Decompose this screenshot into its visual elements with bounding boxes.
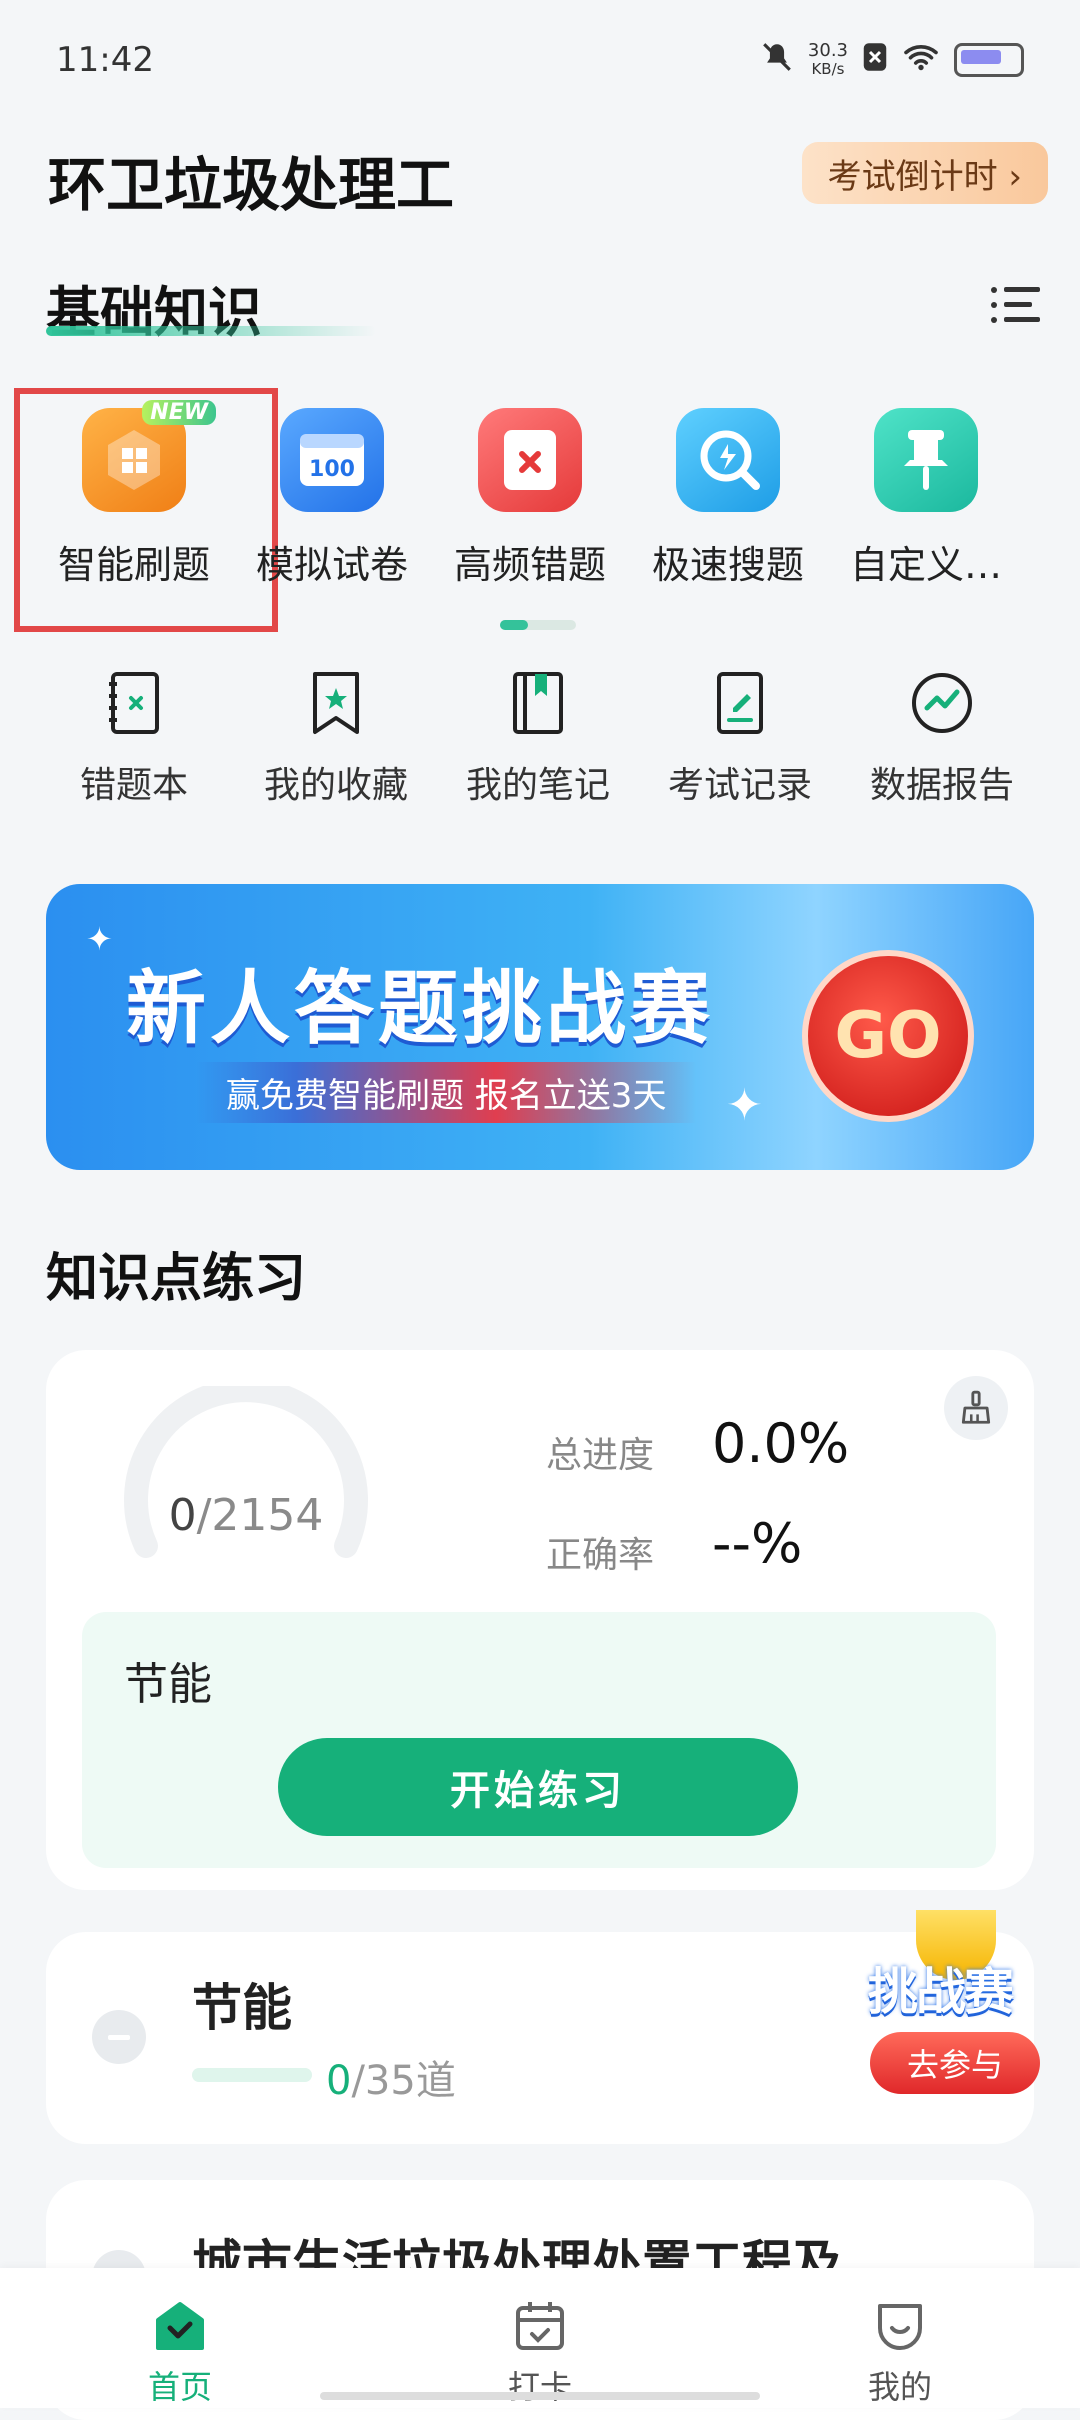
exam-record-icon [717, 672, 763, 734]
feature-label: 高频错题 [453, 543, 606, 587]
nav-profile[interactable]: 我的 [800, 2296, 1000, 2408]
sparkle-icon: ✦ [726, 1080, 763, 1131]
battery-icon [954, 42, 1024, 77]
chapter-count: 0/35道 [326, 2048, 456, 2106]
net-speed-unit: KB/s [811, 59, 845, 78]
go-button[interactable]: GO [802, 950, 974, 1122]
mock-exam-icon: 100 [280, 408, 384, 512]
chapter-done: 0 [326, 2058, 352, 2104]
progress-total: /2154 [196, 1490, 324, 1541]
accuracy-value: --% [712, 1512, 803, 1575]
custom-pin-icon [874, 408, 978, 512]
section-underline [46, 326, 376, 336]
progress-count: 0/2154 [136, 1490, 356, 1541]
progress-value: 0.0% [712, 1412, 850, 1475]
nav-home[interactable]: 首页 [80, 2296, 280, 2408]
sparkle-icon: ✦ [86, 920, 113, 958]
nav-label: 首页 [147, 2368, 212, 2406]
banner-title: 新人答题挑战赛 [126, 962, 714, 1055]
quick-search-icon [676, 408, 780, 512]
status-time: 11:42 [56, 40, 154, 80]
tool-label: 我的收藏 [263, 765, 408, 806]
feature-custom[interactable]: 自定义… [828, 408, 1024, 589]
feature-mock-exam[interactable]: 100 模拟试卷 [234, 408, 430, 589]
practice-card: 0/2154 总进度 0.0% 正确率 --% 节能 开始练习 [46, 1350, 1034, 1890]
tool-label: 我的笔记 [465, 765, 610, 806]
banner-subtitle: 赢免费智能刷题 报名立送3天 [196, 1062, 697, 1123]
tool-notes[interactable]: 我的笔记 [438, 668, 638, 808]
join-challenge-button[interactable]: 去参与 [870, 2032, 1040, 2094]
net-speed-value: 30.3 [807, 39, 848, 61]
bottom-nav: 首页 打卡 我的 [0, 2268, 1080, 2408]
tool-label: 错题本 [79, 765, 188, 806]
exam-countdown-button[interactable]: 考试倒计时 › [801, 142, 1048, 204]
tool-bookmark[interactable]: 我的收藏 [236, 668, 436, 808]
current-topic-name: 节能 [124, 1659, 212, 1710]
tool-label: 数据报告 [869, 765, 1014, 806]
feature-frequent-errors[interactable]: 高频错题 [432, 408, 628, 589]
wrong-book-icon [109, 672, 159, 734]
feature-pager-indicator [500, 620, 576, 630]
status-icons: 30.3 KB/s [760, 40, 1024, 79]
home-icon [156, 2302, 204, 2350]
tool-exam-record[interactable]: 考试记录 [640, 668, 840, 808]
feature-quick-search[interactable]: 极速搜题 [630, 408, 826, 589]
home-indicator [320, 2392, 760, 2400]
list-menu-icon[interactable] [990, 285, 1040, 325]
feature-label: 模拟试卷 [255, 543, 408, 587]
challenge-float[interactable]: 挑战赛 去参与 [860, 1900, 1050, 2100]
accuracy-label: 正确率 [546, 1535, 655, 1576]
nav-label: 我的 [867, 2368, 932, 2406]
tool-wrong-book[interactable]: 错题本 [34, 668, 234, 808]
progress-label: 总进度 [546, 1435, 655, 1476]
current-topic-box: 节能 开始练习 [82, 1612, 996, 1868]
chapter-title: 节能 [192, 1979, 292, 2037]
profile-icon [878, 2304, 922, 2350]
data-report-icon [912, 673, 972, 733]
feature-label: 自定义… [849, 543, 1002, 587]
collapse-icon[interactable] [92, 2010, 146, 2064]
progress-done: 0 [168, 1490, 197, 1541]
app-title: 环卫垃圾处理工 [48, 151, 455, 219]
knowledge-practice-title: 知识点练习 [46, 1249, 307, 1309]
mute-icon [760, 40, 794, 79]
feature-label: 极速搜题 [651, 543, 804, 587]
tool-data-report[interactable]: 数据报告 [842, 668, 1042, 808]
wifi-icon [902, 42, 940, 77]
chapter-total: /35道 [351, 2058, 456, 2104]
bookmark-icon [313, 672, 359, 734]
calendar-check-icon [516, 2302, 564, 2350]
svg-text:100: 100 [309, 457, 355, 482]
chapter-progress-bar [192, 2068, 312, 2082]
tool-label: 考试记录 [667, 765, 812, 806]
no-sim-icon [862, 42, 888, 77]
notebook-icon [513, 672, 563, 734]
broom-icon[interactable] [944, 1376, 1008, 1440]
start-practice-button[interactable]: 开始练习 [278, 1738, 798, 1836]
challenge-float-title: 挑战赛 [868, 1963, 1014, 2021]
nav-label: 打卡 [507, 2368, 572, 2406]
challenge-banner[interactable]: ✦ ✦ 新人答题挑战赛 赢免费智能刷题 报名立送3天 GO [46, 884, 1034, 1170]
frequent-errors-icon [478, 408, 582, 512]
